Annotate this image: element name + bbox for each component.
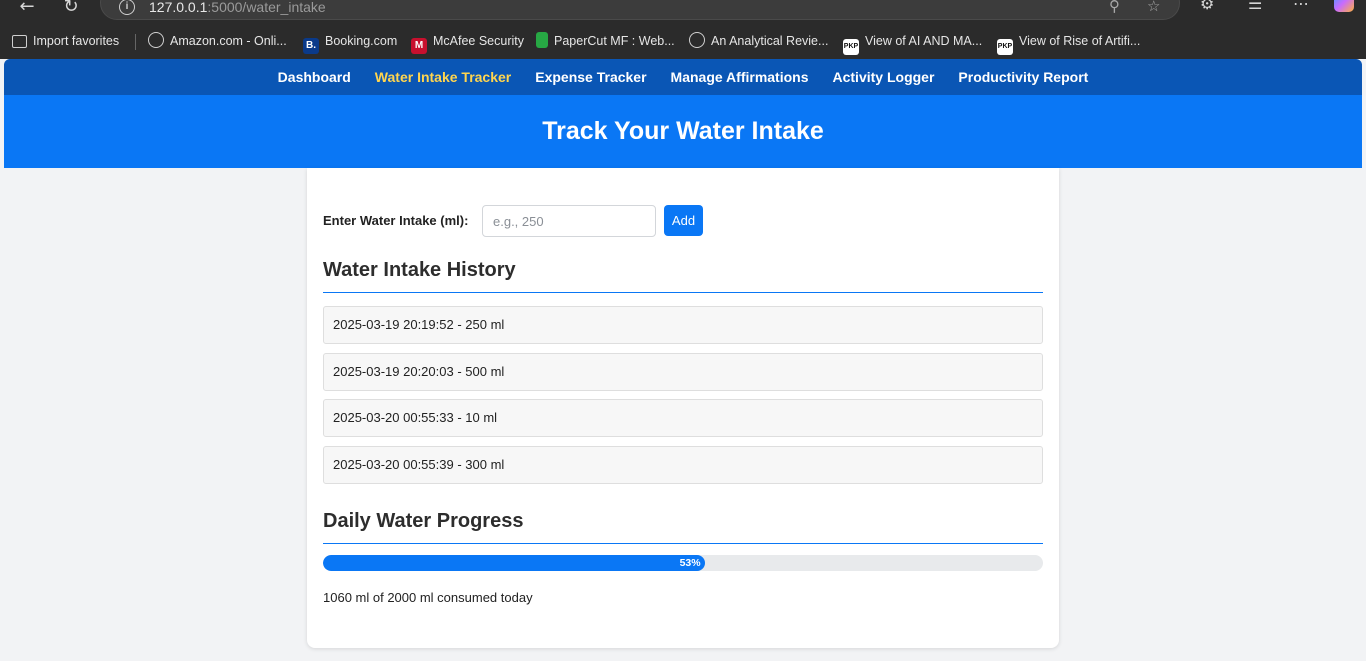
history-list: 2025-03-19 20:19:52 - 250 ml 2025-03-19 … — [323, 306, 1043, 492]
bookmark-label: McAfee Security — [433, 34, 525, 48]
progress-summary: 1060 ml of 2000 ml consumed today — [323, 590, 533, 605]
progress-title: Daily Water Progress — [323, 510, 1043, 544]
history-item: 2025-03-20 00:55:39 - 300 ml — [323, 445, 1043, 484]
history-item: 2025-03-19 20:20:03 - 500 ml — [323, 352, 1043, 391]
nav-expense-tracker[interactable]: Expense Tracker — [535, 59, 646, 95]
booking-icon: B. — [303, 38, 319, 54]
copilot-icon[interactable] — [1334, 0, 1354, 12]
progress-fill: 53% — [323, 555, 705, 571]
history-title: Water Intake History — [323, 259, 1043, 293]
bookmark-mcafee[interactable]: M McAfee Security — [411, 32, 525, 54]
papercut-icon — [536, 32, 548, 48]
nav-activity-logger[interactable]: Activity Logger — [833, 59, 935, 95]
history-item: 2025-03-19 20:19:52 - 250 ml — [323, 306, 1043, 344]
pkp-icon: PKP — [997, 39, 1013, 55]
progress-bar: 53% — [323, 555, 1043, 571]
history-item: 2025-03-20 00:55:33 - 10 ml — [323, 399, 1043, 437]
bookmark-papercut[interactable]: PaperCut MF : Web... — [536, 32, 675, 50]
bookmark-label: An Analytical Revie... — [711, 34, 829, 48]
page: Dashboard Water Intake Tracker Expense Tra… — [4, 59, 1362, 661]
bookmark-label: PaperCut MF : Web... — [554, 34, 675, 48]
nav-water-intake-tracker[interactable]: Water Intake Tracker — [375, 59, 511, 95]
address-text[interactable]: 127.0.0.1:5000/water_intake — [149, 0, 326, 15]
address-bar[interactable]: i 127.0.0.1:5000/water_intake ⚲ ☆ — [100, 0, 1180, 20]
intake-label: Enter Water Intake (ml): — [323, 213, 469, 228]
bookmark-label: View of Rise of Artifi... — [1019, 34, 1141, 48]
water-intake-card: Enter Water Intake (ml): Add Water Intak… — [307, 168, 1059, 648]
favorites-list-icon[interactable]: ☰ — [1248, 0, 1262, 13]
bookmark-analytical-review[interactable]: An Analytical Revie... — [689, 32, 828, 50]
top-navigation: Dashboard Water Intake Tracker Expense Tra… — [4, 59, 1362, 95]
browser-chrome: ← ↻ i 127.0.0.1:5000/water_intake ⚲ ☆ ⚙ … — [0, 0, 1366, 59]
nav-manage-affirmations[interactable]: Manage Affirmations — [671, 59, 809, 95]
page-header: Track Your Water Intake — [4, 95, 1362, 168]
intake-form: Enter Water Intake (ml): Add — [323, 205, 1043, 237]
back-arrow-icon[interactable]: ← — [12, 0, 42, 20]
bookmark-booking[interactable]: B. Booking.com — [303, 32, 398, 54]
url-host: 127.0.0.1 — [149, 0, 208, 15]
site-info-icon[interactable]: i — [119, 0, 135, 15]
nav-dashboard[interactable]: Dashboard — [278, 59, 351, 95]
reload-icon[interactable]: ↻ — [56, 0, 86, 20]
bookmarks-bar: Import favorites Amazon.com - Onli... B.… — [0, 29, 1366, 55]
bookmark-amazon[interactable]: Amazon.com - Onli... — [148, 32, 287, 50]
bookmark-rise-of-ai[interactable]: PKP View of Rise of Artifi... — [997, 32, 1141, 55]
globe-icon — [148, 32, 164, 48]
page-title: Track Your Water Intake — [542, 117, 824, 145]
add-button[interactable]: Add — [664, 205, 703, 236]
favorite-star-icon[interactable]: ☆ — [1147, 0, 1160, 15]
globe-icon — [689, 32, 705, 48]
url-path: :5000/water_intake — [207, 0, 326, 15]
bookmark-label: Amazon.com - Onli... — [170, 34, 287, 48]
zoom-icon[interactable]: ⚲ — [1109, 0, 1120, 15]
bookmark-ai-and-ma[interactable]: PKP View of AI AND MA... — [843, 32, 983, 55]
bookmark-label: Booking.com — [325, 34, 398, 48]
pkp-icon: PKP — [843, 39, 859, 55]
more-menu-icon[interactable]: ⋯ — [1293, 0, 1309, 13]
bookmark-label: View of AI AND MA... — [865, 34, 983, 48]
address-row: ← ↻ i 127.0.0.1:5000/water_intake ⚲ ☆ ⚙ … — [0, 0, 1366, 22]
mcafee-icon: M — [411, 38, 427, 54]
bookmark-separator — [135, 34, 136, 50]
extensions-icon[interactable]: ⚙ — [1200, 0, 1214, 13]
bookmark-import-favorites[interactable]: Import favorites — [12, 32, 119, 50]
intake-input[interactable] — [482, 205, 656, 237]
folder-import-icon — [12, 35, 27, 48]
bookmark-label: Import favorites — [33, 34, 120, 48]
nav-productivity-report[interactable]: Productivity Report — [958, 59, 1088, 95]
